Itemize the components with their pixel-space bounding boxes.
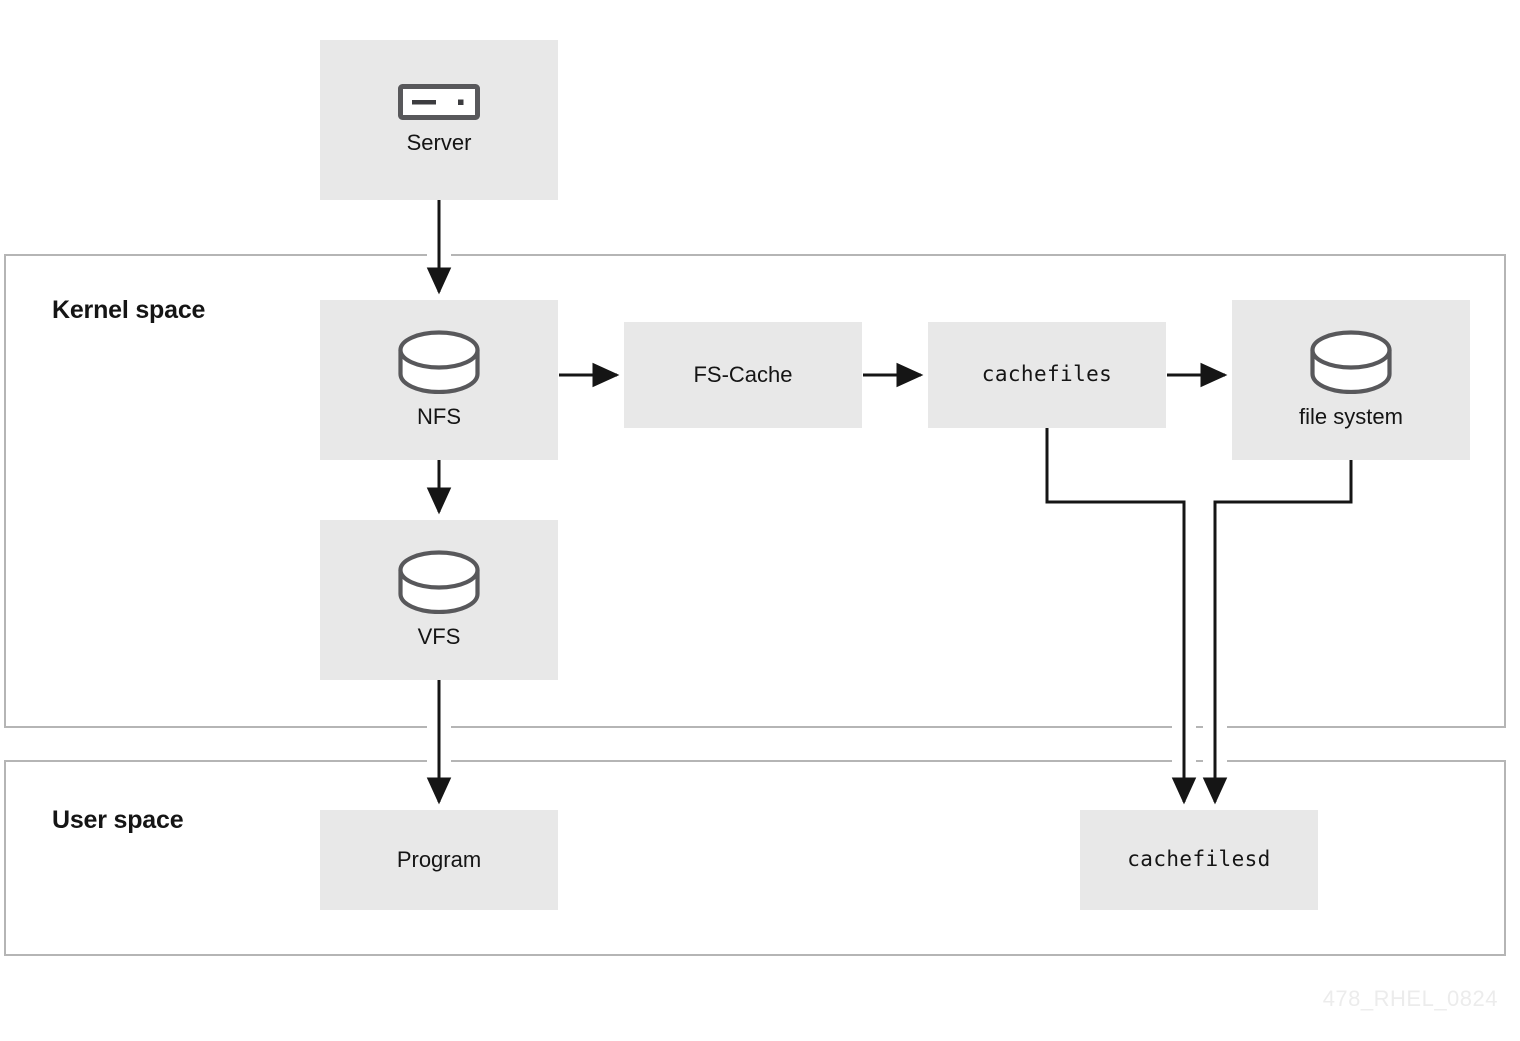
node-cachefiles-label: cachefiles	[981, 362, 1113, 387]
database-icon	[397, 330, 481, 394]
node-server[interactable]: Server	[320, 40, 558, 200]
node-program[interactable]: Program	[320, 810, 558, 910]
node-filesystem[interactable]: file system	[1232, 300, 1470, 460]
node-filesystem-label: file system	[1299, 403, 1403, 429]
node-fscache-label: FS-Cache	[693, 361, 793, 387]
node-server-label: Server	[406, 129, 472, 155]
user-space-label: User space	[52, 806, 184, 834]
node-fscache[interactable]: FS-Cache	[624, 322, 862, 428]
database-icon	[397, 550, 481, 614]
node-vfs[interactable]: VFS	[320, 520, 558, 680]
diagram-canvas: Kernel space User space Server NFS VFS F…	[0, 0, 1520, 1041]
node-program-label: Program	[396, 846, 482, 872]
node-vfs-label: VFS	[417, 623, 461, 649]
kernel-space-label: Kernel space	[52, 296, 206, 324]
database-icon	[1309, 330, 1393, 394]
node-cachefilesd[interactable]: cachefilesd	[1080, 810, 1318, 910]
node-nfs[interactable]: NFS	[320, 300, 558, 460]
node-cachefiles[interactable]: cachefiles	[928, 322, 1166, 428]
server-icon	[398, 83, 480, 120]
node-nfs-label: NFS	[417, 403, 461, 429]
node-cachefilesd-label: cachefilesd	[1127, 847, 1271, 872]
watermark-label: 478_RHEL_0824	[1322, 986, 1498, 1011]
